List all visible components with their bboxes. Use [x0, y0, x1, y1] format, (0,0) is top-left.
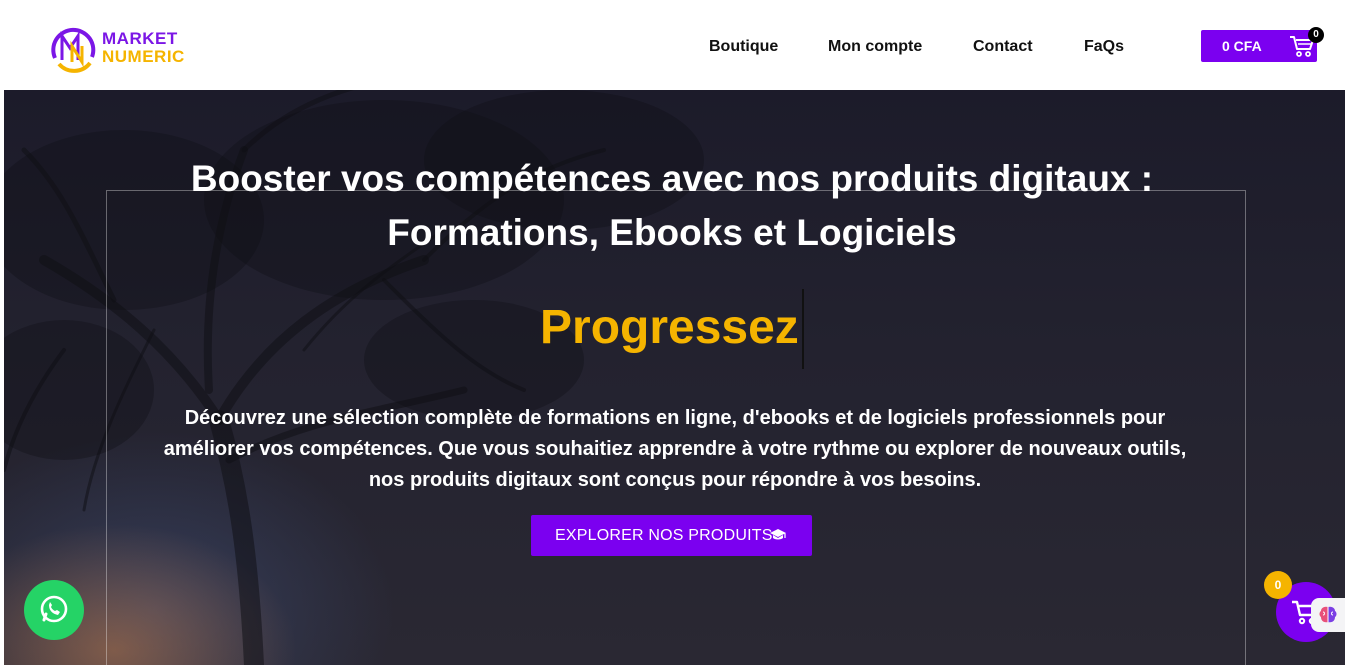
hero-typed-word: Progressez — [540, 301, 799, 354]
logo-text-market: MARKET — [102, 29, 178, 48]
whatsapp-button[interactable] — [24, 580, 84, 640]
hero-headline: Booster vos compétences avec nos produit… — [104, 152, 1240, 260]
nav-boutique[interactable]: Boutique — [709, 38, 778, 56]
nav-faqs[interactable]: FaQs — [1084, 38, 1124, 56]
explore-products-button[interactable]: EXPLORER NOS PRODUITS — [531, 515, 812, 556]
cart-amount: 0 CFA — [1222, 38, 1262, 54]
nav-contact[interactable]: Contact — [973, 38, 1033, 56]
explore-products-label: EXPLORER NOS PRODUITS — [555, 527, 773, 544]
graduation-cap-icon — [770, 529, 786, 540]
whatsapp-icon — [40, 595, 68, 623]
hero-headline-line2: Formations, Ebooks et Logiciels — [387, 212, 957, 253]
nav-mon-compte[interactable]: Mon compte — [828, 38, 922, 56]
site-header: MARKET NUMERIC Boutique Mon compte Conta… — [4, 4, 1345, 90]
brain-icon — [1319, 606, 1337, 623]
cart-count-badge: 0 — [1308, 27, 1324, 43]
hero-description: Découvrez une sélection complète de form… — [163, 407, 1187, 491]
assistant-widget-button[interactable] — [1311, 598, 1345, 632]
hero-headline-line1: Booster vos compétences avec nos produit… — [190, 158, 1154, 199]
site-logo[interactable]: MARKET NUMERIC — [48, 22, 198, 76]
logo-text-numeric: NUMERIC — [102, 47, 185, 66]
header-cart-button[interactable]: 0 CFA — [1201, 30, 1317, 62]
logo-mark-icon — [51, 27, 96, 73]
floating-cart-count-badge: 0 — [1264, 571, 1292, 599]
typing-caret — [802, 289, 804, 369]
